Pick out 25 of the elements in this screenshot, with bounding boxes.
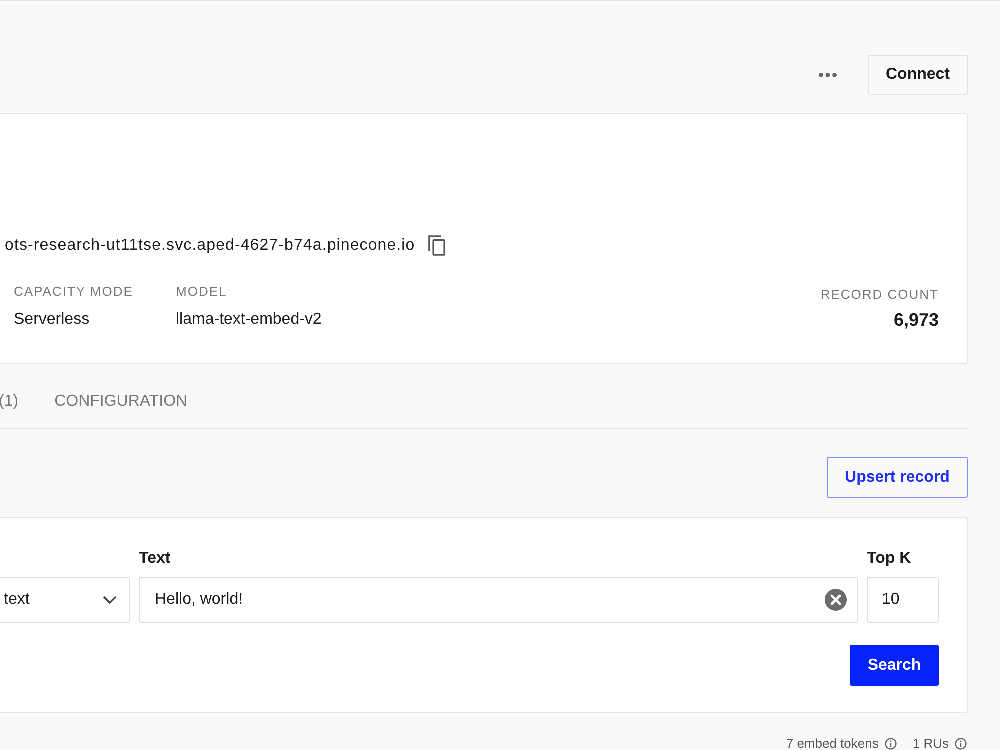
search-button[interactable]: Search	[850, 645, 939, 686]
field-label: Top K	[867, 550, 912, 568]
tab[interactable]: (1)	[0, 364, 37, 428]
more-options-icon[interactable]	[819, 72, 837, 78]
record-count-value: 6,973	[892, 310, 939, 330]
stat-label: CAPACITY MODE	[14, 284, 134, 300]
info-icon[interactable]	[955, 738, 967, 750]
text-input[interactable]: Hello, world!	[139, 577, 858, 623]
stat-value: Serverless	[14, 310, 91, 330]
info-icon[interactable]	[884, 738, 897, 750]
connect-button[interactable]: Connect	[868, 55, 968, 95]
field-label: Text	[139, 550, 171, 568]
clear-icon[interactable]	[825, 589, 847, 611]
usage-text: 1 RUs	[912, 736, 949, 750]
select-field[interactable]: text	[0, 577, 130, 623]
stat-label: MODEL	[176, 284, 228, 300]
chevron-down-icon	[103, 596, 117, 604]
copy-icon[interactable]	[428, 235, 446, 256]
usage-text: 7 embed tokens	[786, 736, 879, 750]
stat-label: RECORD COUNT	[820, 287, 939, 303]
host-url: ots-research-ut11tse.svc.aped-4627-b74a.pinecone.io	[5, 236, 416, 254]
upsert-record-button[interactable]: Upsert record	[827, 457, 968, 498]
stat-value: llama-text-embed-v2	[176, 310, 322, 330]
tab[interactable]: CONFIGURATION	[36, 364, 206, 428]
top-k-input[interactable]: 10	[867, 577, 939, 623]
